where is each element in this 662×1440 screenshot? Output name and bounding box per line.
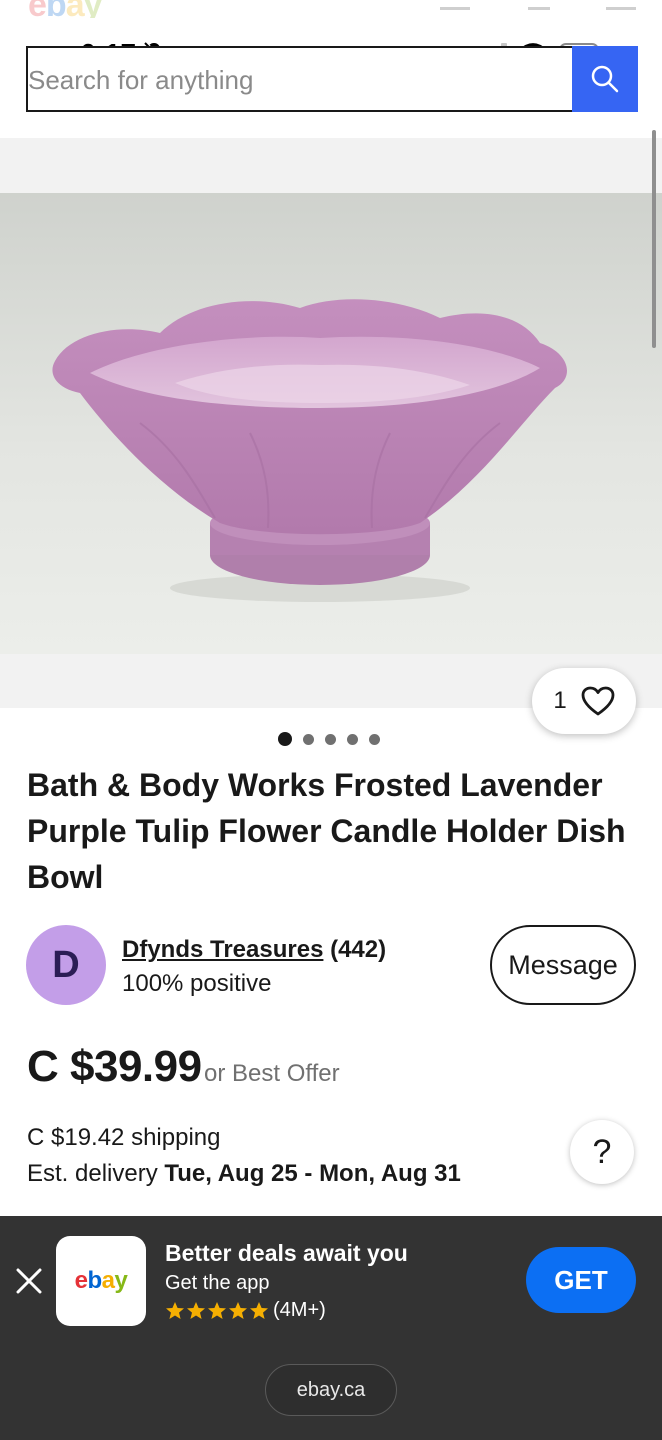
shipping-help-button[interactable]: ? bbox=[570, 1120, 634, 1184]
ebay-app-icon: ebay bbox=[56, 1236, 146, 1326]
watch-button[interactable]: 1 bbox=[532, 668, 636, 734]
search-button[interactable] bbox=[572, 46, 638, 112]
menu-icon bbox=[606, 0, 636, 10]
carousel-dot[interactable] bbox=[369, 733, 380, 745]
search-icon bbox=[591, 65, 619, 93]
site-header-peek: ebay bbox=[0, 0, 662, 18]
seller-name-link[interactable]: Dfynds Treasures bbox=[122, 936, 323, 963]
close-banner-button[interactable] bbox=[14, 1266, 44, 1296]
scrollbar[interactable] bbox=[652, 130, 656, 348]
carousel-dots[interactable] bbox=[278, 732, 380, 746]
banner-subtitle: Get the app bbox=[165, 1272, 270, 1294]
star-icon bbox=[208, 1301, 226, 1319]
best-offer-label: or Best Offer bbox=[204, 1060, 340, 1087]
seller-feedback-count: (442) bbox=[330, 936, 387, 963]
carousel-dot[interactable] bbox=[303, 733, 314, 745]
star-icon bbox=[166, 1301, 184, 1319]
estimated-delivery: Est. delivery Tue, Aug 25 - Mon, Aug 31 bbox=[27, 1160, 461, 1188]
domain-pill[interactable]: ebay.ca bbox=[265, 1364, 397, 1416]
ebay-logo: ebay bbox=[28, 0, 103, 18]
banner-headline: Better deals await you bbox=[165, 1240, 408, 1266]
search-input[interactable] bbox=[28, 58, 548, 102]
heart-icon bbox=[581, 686, 615, 716]
star-icon bbox=[250, 1301, 268, 1319]
get-app-button[interactable]: GET bbox=[526, 1247, 636, 1313]
carousel-dot[interactable] bbox=[325, 733, 336, 745]
rating-count: (4M+) bbox=[273, 1299, 326, 1321]
account-icon bbox=[528, 0, 550, 10]
close-icon bbox=[16, 1268, 42, 1294]
delivery-prefix: Est. delivery bbox=[27, 1160, 165, 1187]
item-price: C $39.99 bbox=[27, 1042, 202, 1091]
item-title: Bath & Body Works Frosted Lavender Purpl… bbox=[27, 767, 626, 895]
star-icon bbox=[229, 1301, 247, 1319]
seller-info: Dfynds Treasures (442) bbox=[122, 936, 386, 964]
shipping-cost: C $19.42 shipping bbox=[27, 1124, 221, 1151]
star-icon bbox=[187, 1301, 205, 1319]
watch-count: 1 bbox=[553, 687, 567, 714]
product-image[interactable] bbox=[0, 193, 662, 654]
carousel-dot[interactable] bbox=[347, 733, 358, 745]
rating-stars bbox=[165, 1301, 269, 1321]
delivery-range: Tue, Aug 25 - Mon, Aug 31 bbox=[164, 1160, 461, 1187]
seller-positive-rating: 100% positive bbox=[122, 970, 272, 997]
cart-icon bbox=[440, 0, 470, 10]
message-button[interactable]: Message bbox=[490, 925, 636, 1005]
seller-avatar[interactable]: D bbox=[26, 925, 106, 1005]
carousel-dot[interactable] bbox=[278, 732, 292, 746]
app-rating: (4M+) bbox=[165, 1299, 326, 1322]
